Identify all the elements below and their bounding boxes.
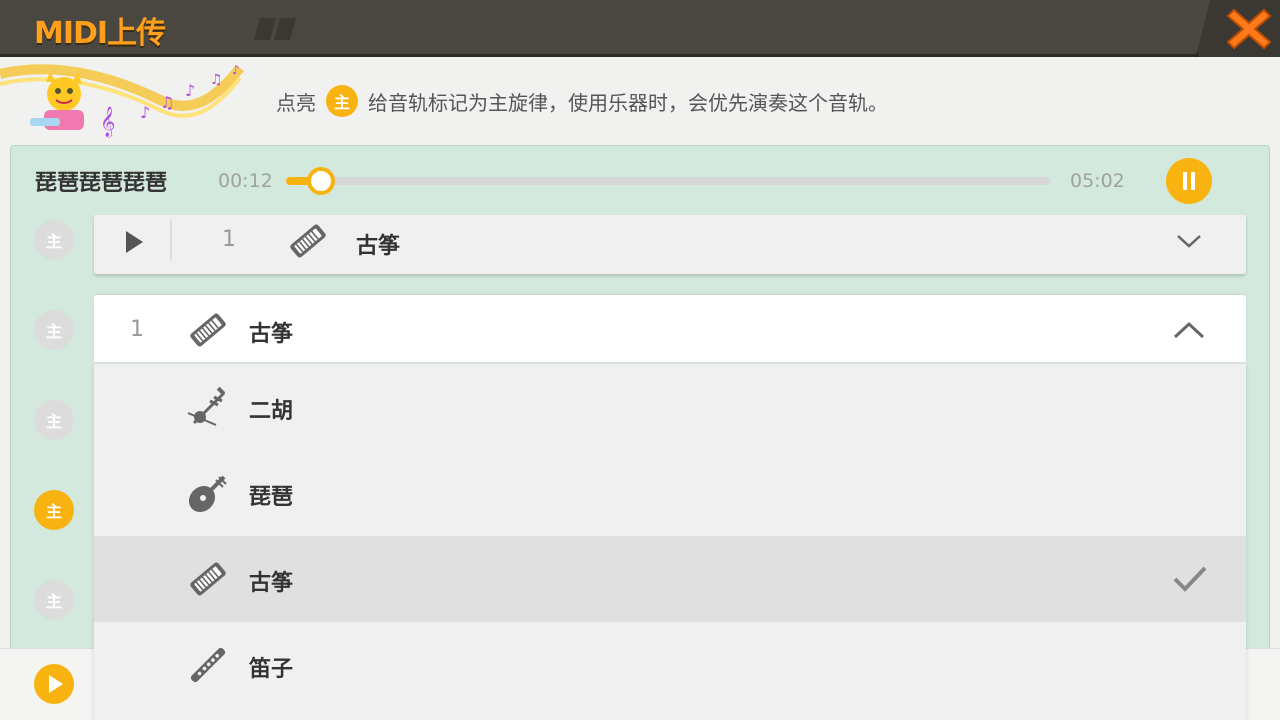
main-toggle-1[interactable]: 主 bbox=[34, 220, 74, 260]
guzheng-icon bbox=[190, 562, 226, 596]
option-label: 古筝 bbox=[249, 571, 294, 596]
erhu-icon bbox=[187, 386, 226, 426]
option-dizi[interactable]: 笛子 bbox=[94, 622, 1246, 708]
checkmark-icon bbox=[1173, 566, 1207, 592]
svg-text:♫: ♫ bbox=[210, 72, 223, 88]
svg-text:♪: ♪ bbox=[140, 103, 150, 122]
progress-slider[interactable] bbox=[286, 167, 1050, 195]
instrument-options-list: 二胡 琵琶 古筝 笛子 bbox=[94, 364, 1246, 720]
track-number: 1 bbox=[222, 227, 236, 252]
bottom-play-button[interactable] bbox=[34, 664, 74, 704]
dropdown-track-number: 1 bbox=[130, 317, 144, 342]
option-guzheng[interactable]: 古筝 bbox=[94, 536, 1246, 622]
app-title: MIDI上传 bbox=[34, 16, 166, 51]
dropdown-selected-instrument: 古筝 bbox=[249, 322, 294, 347]
track-row[interactable]: 1 古筝 bbox=[94, 215, 1246, 274]
track-instrument-name: 古筝 bbox=[356, 234, 401, 259]
main-toggle-4[interactable]: 主 bbox=[34, 490, 74, 530]
guzheng-icon bbox=[190, 313, 226, 347]
pipa-icon bbox=[188, 475, 227, 513]
progress-thumb[interactable] bbox=[307, 167, 336, 195]
tip-text: 给音轨标记为主旋律，使用乐器时，会优先演奏这个音轨。 bbox=[368, 90, 888, 115]
guzheng-icon bbox=[290, 224, 326, 258]
mascot-music-notes-icon: 𝄞 ♪ ♫ ♪ ♫ ♪ bbox=[0, 63, 244, 138]
chevron-down-icon[interactable] bbox=[1174, 231, 1204, 251]
close-icon bbox=[1226, 8, 1272, 50]
file-name: 琵琶琵琶琵琶 bbox=[35, 171, 168, 196]
tip-prefix: 点亮 bbox=[276, 90, 316, 115]
total-time: 05:02 bbox=[1070, 170, 1125, 192]
option-pipa[interactable]: 琵琶 bbox=[94, 450, 1246, 536]
title-bar: MIDI上传 bbox=[0, 0, 1280, 57]
option-erhu[interactable]: 二胡 bbox=[94, 364, 1246, 450]
stripe-decoration-icon bbox=[254, 18, 296, 40]
svg-text:𝄞: 𝄞 bbox=[100, 106, 115, 138]
close-button[interactable] bbox=[1196, 0, 1280, 57]
chevron-up-icon[interactable] bbox=[1172, 319, 1206, 341]
svg-text:♪: ♪ bbox=[185, 81, 195, 100]
option-label: 二胡 bbox=[249, 399, 294, 424]
main-toggle-2[interactable]: 主 bbox=[34, 310, 74, 350]
main-badge-icon: 主 bbox=[326, 85, 358, 117]
dizi-icon bbox=[190, 647, 226, 683]
option-label: 琵琶 bbox=[249, 485, 294, 510]
instrument-dropdown[interactable]: 1 古筝 bbox=[94, 295, 1246, 364]
play-track-icon[interactable] bbox=[126, 231, 143, 253]
pause-button[interactable] bbox=[1166, 158, 1212, 204]
option-label: 笛子 bbox=[249, 657, 294, 682]
main-melody-tip: 点亮 主 给音轨标记为主旋律，使用乐器时，会优先演奏这个音轨。 bbox=[276, 85, 888, 117]
svg-text:♫: ♫ bbox=[160, 93, 174, 112]
main-toggle-5[interactable]: 主 bbox=[34, 580, 74, 620]
current-time: 00:12 bbox=[218, 170, 273, 192]
svg-text:♪: ♪ bbox=[232, 63, 240, 77]
divider bbox=[170, 219, 172, 261]
main-toggle-3[interactable]: 主 bbox=[34, 400, 74, 440]
